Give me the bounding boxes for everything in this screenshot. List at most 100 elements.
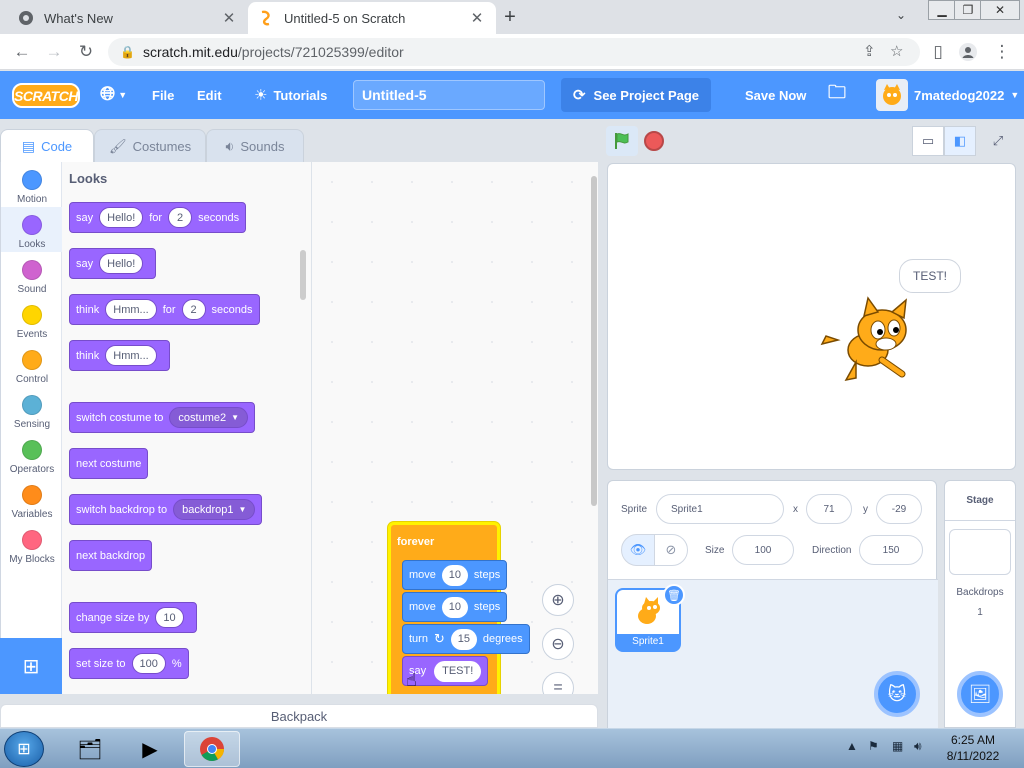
tray-expand-icon[interactable]: ▲ [846,739,858,753]
save-now-button[interactable]: Save Now [745,71,806,119]
workspace-scrollbar[interactable] [591,176,597,506]
restore-window-button[interactable]: ❐ [954,0,982,20]
stage-canvas[interactable]: TEST! [607,163,1016,470]
category-variables[interactable]: Variables [1,477,63,522]
block-input[interactable]: Hmm... [105,299,157,320]
zoom-in-button[interactable]: ⊕ [542,584,574,616]
green-flag-button[interactable] [606,126,638,156]
move-steps-block[interactable]: move 10 steps [402,592,508,622]
browser-tab-scratch[interactable]: Untitled-5 on Scratch ✕ [248,2,496,34]
zoom-reset-button[interactable]: = [542,672,574,694]
tab-code[interactable]: ▤ Code [0,129,94,163]
block-input[interactable]: 10 [441,596,468,618]
close-window-button[interactable]: ✕ [980,0,1020,20]
block-input[interactable]: 2 [168,207,193,228]
next-backdrop-block[interactable]: next backdrop [69,540,153,571]
zoom-out-button[interactable]: ⊖ [542,628,574,660]
bookmark-star-icon[interactable]: ☆ [890,42,903,60]
small-stage-button[interactable]: ▭ [912,126,944,156]
block-input[interactable]: 15 [450,628,477,650]
category-events[interactable]: Events [1,297,63,342]
tab-costumes[interactable]: 🖌︎ Costumes [94,129,206,162]
reload-button[interactable]: ↻ [74,40,98,64]
tutorials-menu[interactable]: ☀ Tutorials [254,71,327,119]
y-position-input[interactable]: -29 [876,494,922,524]
browser-tab-whats-new[interactable]: What's New ✕ [8,2,248,34]
block-input[interactable]: 10 [155,607,184,628]
sprite-name-input[interactable]: Sprite1 [656,494,784,524]
move-steps-block[interactable]: move 10 steps [402,560,508,590]
x-position-input[interactable]: 71 [806,494,852,524]
choose-backdrop-button[interactable]: 🖼︎ [957,671,1003,717]
say-block[interactable]: say Hello! [69,248,157,279]
category-my-blocks[interactable]: My Blocks [1,522,63,567]
close-tab-icon[interactable]: ✕ [468,9,486,27]
say-for-secs-block[interactable]: say Hello! for 2 seconds [69,202,247,233]
delete-sprite-button[interactable]: 🗑︎ [663,584,685,606]
hide-sprite-button[interactable]: ⊘ [654,534,688,566]
network-icon[interactable]: ▦ [892,739,903,753]
block-input[interactable]: TEST! [434,660,482,682]
account-menu[interactable]: 7matedog2022 ▼ [914,71,1019,119]
project-title-input[interactable]: Untitled-5 [353,80,545,110]
fullscreen-button[interactable]: ⤢ [982,126,1014,156]
category-motion[interactable]: Motion [1,162,63,207]
palette-scrollbar[interactable] [300,250,306,300]
think-block[interactable]: think Hmm... [69,340,170,371]
set-size-block[interactable]: set size to 100 % [69,648,189,679]
category-sensing[interactable]: Sensing [1,387,63,432]
stage-selector-pane[interactable]: Stage Backdrops 1 🖼︎ [944,480,1016,728]
system-clock[interactable]: 6:25 AM 8/11/2022 [940,732,1006,764]
forward-button[interactable]: → [42,40,66,64]
action-center-icon[interactable]: ⚑ [868,739,879,753]
scratch-cat-sprite[interactable] [816,292,920,384]
new-tab-button[interactable]: + [498,6,522,28]
block-input[interactable]: 2 [181,299,206,320]
block-input[interactable]: Hello! [99,207,144,228]
code-workspace[interactable]: forever move 10 steps move 10 steps turn… [312,162,598,694]
block-input[interactable]: Hmm... [105,345,157,366]
browser-menu-icon[interactable]: ⋮ [990,40,1014,64]
costume-dropdown[interactable]: costume2 ▼ [169,407,249,428]
taskbar-chrome[interactable] [184,731,240,767]
category-sound[interactable]: Sound [1,252,63,297]
scratch-logo[interactable]: SCRATCH [12,83,80,108]
change-size-block[interactable]: change size by 10 [69,602,197,633]
stage-thumbnail[interactable] [949,529,1011,575]
next-costume-block[interactable]: next costume [69,448,149,479]
backdrop-dropdown[interactable]: backdrop1 ▼ [173,499,256,520]
close-tab-icon[interactable]: ✕ [220,9,238,27]
minimize-window-button[interactable]: ▁ [928,0,956,20]
category-control[interactable]: Control [1,342,63,387]
switch-backdrop-block[interactable]: switch backdrop to backdrop1 ▼ [69,494,263,525]
category-operators[interactable]: Operators [1,432,63,477]
share-icon[interactable]: ⇪ [863,42,876,60]
turn-degrees-block[interactable]: turn ↻ 15 degrees [402,624,530,654]
stop-button[interactable] [644,131,664,151]
see-project-page-button[interactable]: ⟳ See Project Page [561,78,711,112]
taskbar-file-explorer[interactable]: 🗂︎ [62,731,118,767]
block-input[interactable]: 100 [131,653,166,674]
direction-input[interactable]: 150 [859,535,923,565]
choose-sprite-button[interactable]: 🐱︎ [874,671,920,717]
language-menu[interactable]: 🌐︎ ▼ [100,71,127,119]
start-button[interactable]: ⊞ [4,731,44,767]
backpack-bar[interactable]: Backpack [0,704,598,728]
taskbar-media-player[interactable]: ▶ [122,731,178,767]
normal-stage-button[interactable]: ◧ [944,126,976,156]
switch-costume-block[interactable]: switch costume to costume2 ▼ [69,402,256,433]
category-looks[interactable]: Looks [1,207,63,252]
url-bar[interactable]: 🔒 scratch.mit.edu/projects/721025399/edi… [108,38,920,66]
size-input[interactable]: 100 [732,535,794,565]
block-input[interactable]: 10 [441,564,468,586]
volume-icon[interactable]: 🔊︎ [914,739,922,754]
show-sprite-button[interactable]: 👁︎ [621,534,655,566]
block-input[interactable]: Hello! [99,253,144,274]
edit-menu[interactable]: Edit [197,71,222,119]
think-for-secs-block[interactable]: think Hmm... for 2 seconds [69,294,260,325]
avatar[interactable] [876,79,908,111]
my-stuff-folder-icon[interactable]: 🗀 [828,71,846,119]
side-panel-icon[interactable]: ▯ [926,40,950,64]
add-extension-button[interactable]: ⊞ [0,638,62,694]
tab-sounds[interactable]: 🔉︎ Sounds [206,129,304,162]
